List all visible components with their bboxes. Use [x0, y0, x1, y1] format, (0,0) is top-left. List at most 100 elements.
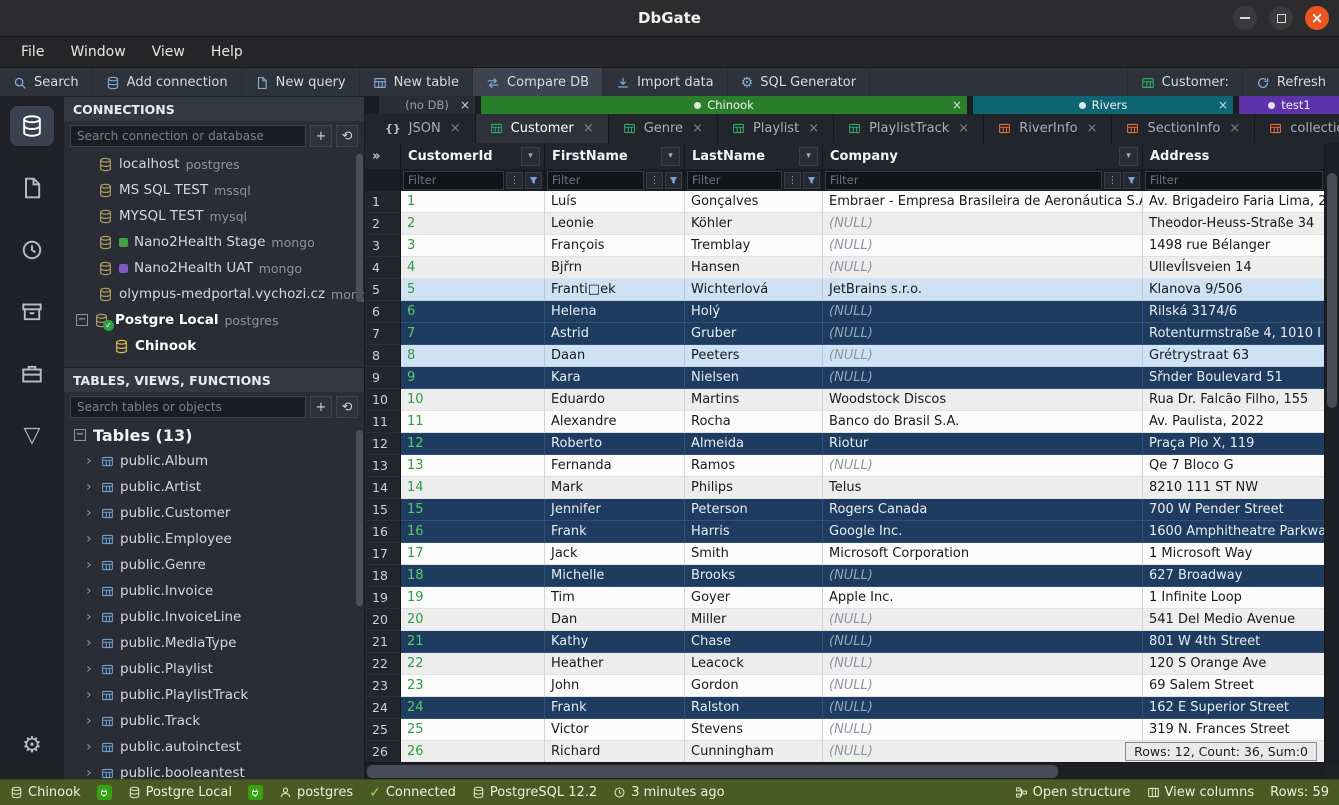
menu-view[interactable]: View [139, 40, 198, 64]
cell-address[interactable]: 8210 111 ST NW [1143, 477, 1325, 499]
add-table-mini-button[interactable]: + [310, 396, 332, 418]
table-public-employee[interactable]: ›public.Employee [64, 526, 364, 552]
collapse-icon[interactable]: − [76, 314, 88, 326]
cell-company[interactable]: (NULL) [823, 455, 1143, 477]
cell-lastname[interactable]: Stevens [685, 719, 823, 741]
column-header-lastname[interactable]: LastName▾ [685, 143, 823, 169]
cell-lastname[interactable]: Rocha [685, 411, 823, 433]
tab-json[interactable]: {}JSON× [371, 114, 476, 143]
db-group-rivers[interactable]: Rivers× [973, 96, 1233, 114]
connection-olympus-medportal-vychozi-cz[interactable]: olympus-medportal.vychozi.czmongo [64, 281, 364, 307]
tab-collection[interactable]: collection [1255, 114, 1339, 143]
cell-address[interactable]: 319 N. Frances Street [1143, 719, 1325, 741]
cell-firstname[interactable]: Daan [545, 345, 685, 367]
cell-address[interactable]: Ullevĺlsveien 14 [1143, 257, 1325, 279]
cell-address[interactable]: 627 Broadway [1143, 565, 1325, 587]
cell-address[interactable]: Grétrystraat 63 [1143, 345, 1325, 367]
filter-funnel-button[interactable] [803, 172, 820, 189]
cell-company[interactable]: (NULL) [823, 697, 1143, 719]
connection-localhost[interactable]: localhostpostgres [64, 151, 364, 177]
expand-chevron[interactable]: › [86, 479, 95, 495]
close-icon[interactable]: × [1087, 121, 1098, 136]
cell-customerid[interactable]: 20 [401, 609, 545, 631]
cell-lastname[interactable]: Goyer [685, 587, 823, 609]
cell-firstname[interactable]: Tim [545, 587, 685, 609]
cell-customerid[interactable]: 7 [401, 323, 545, 345]
cell-firstname[interactable]: Fernanda [545, 455, 685, 477]
cell-firstname[interactable]: Eduardo [545, 389, 685, 411]
close-icon[interactable]: × [583, 121, 594, 136]
activity-cell-data-button[interactable]: ▽ [10, 416, 54, 456]
cell-firstname[interactable]: John [545, 675, 685, 697]
table-public-invoice[interactable]: ›public.Invoice [64, 578, 364, 604]
column-header-customerid[interactable]: CustomerId▾ [401, 143, 545, 169]
cell-company[interactable]: (NULL) [823, 213, 1143, 235]
cell-lastname[interactable]: Miller [685, 609, 823, 631]
cell-lastname[interactable]: Gruber [685, 323, 823, 345]
expand-chevron[interactable]: › [86, 609, 95, 625]
table-public-playlist[interactable]: ›public.Playlist [64, 656, 364, 682]
activity-closed-tabs-button[interactable] [10, 292, 54, 332]
filter-menu-button[interactable]: ⋮ [506, 172, 523, 189]
vertical-scrollbar[interactable] [1324, 143, 1339, 763]
cell-address[interactable]: 69 Salem Street [1143, 675, 1325, 697]
filter-input-customerid[interactable] [403, 171, 504, 190]
menu-file[interactable]: File [8, 40, 57, 64]
expand-chevron[interactable]: › [86, 583, 95, 599]
close-icon[interactable]: × [808, 121, 819, 136]
cell-firstname[interactable]: Franti□ek [545, 279, 685, 301]
cell-lastname[interactable]: Holý [685, 301, 823, 323]
vertical-scrollbar-thumb[interactable] [1327, 173, 1337, 408]
tab-riverinfo[interactable]: RiverInfo× [984, 114, 1112, 143]
toolbar-customer-button[interactable]: Customer: [1127, 68, 1242, 97]
filter-menu-button[interactable]: ⋮ [646, 172, 663, 189]
toolbar-search-button[interactable]: Search [0, 68, 93, 97]
cell-lastname[interactable]: Gonçalves [685, 191, 823, 213]
expand-chevron[interactable]: › [86, 765, 95, 780]
cell-firstname[interactable]: Richard [545, 741, 685, 763]
cell-company[interactable]: (NULL) [823, 631, 1143, 653]
cell-lastname[interactable]: Peeters [685, 345, 823, 367]
column-header-firstname[interactable]: FirstName▾ [545, 143, 685, 169]
table-public-album[interactable]: ›public.Album [64, 448, 364, 474]
expand-chevron[interactable]: › [86, 687, 95, 703]
cell-customerid[interactable]: 25 [401, 719, 545, 741]
cell-lastname[interactable]: Ralston [685, 697, 823, 719]
cell-address[interactable]: Av. Brigadeiro Faria Lima, 2 [1143, 191, 1325, 213]
cell-lastname[interactable]: Philips [685, 477, 823, 499]
connection-postgre-local[interactable]: −✓Postgre Localpostgres [64, 307, 364, 333]
toolbar-compare-db-button[interactable]: Compare DB [473, 68, 603, 97]
cell-address[interactable]: Rilská 3174/6 [1143, 301, 1325, 323]
minimize-button[interactable] [1233, 6, 1257, 30]
cell-lastname[interactable]: Chase [685, 631, 823, 653]
close-icon[interactable]: × [952, 98, 962, 112]
expand-chevron[interactable]: › [86, 661, 95, 677]
cell-lastname[interactable]: Almeida [685, 433, 823, 455]
filter-funnel-button[interactable] [1123, 172, 1140, 189]
status-view-columns[interactable]: View columns [1147, 785, 1255, 800]
cell-firstname[interactable]: Victor [545, 719, 685, 741]
cell-lastname[interactable]: Nielsen [685, 367, 823, 389]
cell-customerid[interactable]: 18 [401, 565, 545, 587]
database-chinook[interactable]: Chinook [64, 333, 364, 359]
activity-connections-button[interactable] [10, 106, 54, 146]
cell-address[interactable]: 700 W Pender Street [1143, 499, 1325, 521]
cell-firstname[interactable]: Dan [545, 609, 685, 631]
cell-customerid[interactable]: 19 [401, 587, 545, 609]
cell-address[interactable]: 1 Microsoft Way [1143, 543, 1325, 565]
cell-firstname[interactable]: Jennifer [545, 499, 685, 521]
toolbar-refresh-button[interactable]: Refresh [1242, 68, 1339, 97]
expand-chevron[interactable]: › [86, 505, 95, 521]
close-icon[interactable]: × [692, 121, 703, 136]
cell-address[interactable]: Qe 7 Bloco G [1143, 455, 1325, 477]
column-header-company[interactable]: Company▾ [823, 143, 1143, 169]
filter-funnel-button[interactable] [665, 172, 682, 189]
cell-address[interactable]: 1 Infinite Loop [1143, 587, 1325, 609]
cell-company[interactable]: Woodstock Discos [823, 389, 1143, 411]
table-public-track[interactable]: ›public.Track [64, 708, 364, 734]
expand-chevron[interactable]: › [86, 557, 95, 573]
cell-company[interactable]: (NULL) [823, 653, 1143, 675]
cell-lastname[interactable]: Tremblay [685, 235, 823, 257]
table-public-customer[interactable]: ›public.Customer [64, 500, 364, 526]
menu-window[interactable]: Window [57, 40, 138, 64]
